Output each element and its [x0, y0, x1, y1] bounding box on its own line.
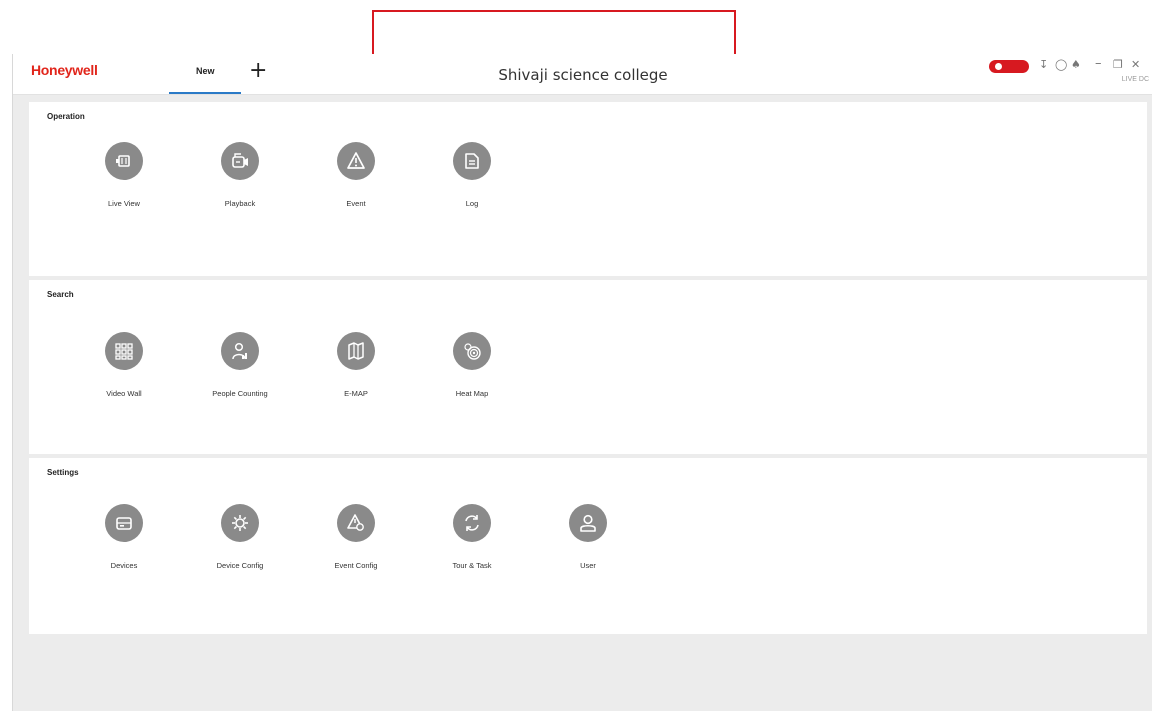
- devices-icon: [105, 504, 143, 542]
- tile-label: Playback: [224, 199, 256, 208]
- title-bar: Honeywell New + Shivaji science college …: [13, 54, 1152, 95]
- tile-label: Device Config: [216, 561, 264, 570]
- heat-map-icon: [453, 332, 491, 370]
- tile-label: Live View: [108, 199, 140, 208]
- tile-people-counting[interactable]: People Counting: [185, 332, 295, 432]
- playback-icon: [221, 142, 259, 180]
- tile-devices[interactable]: Devices: [69, 504, 179, 604]
- video-wall-icon: [105, 332, 143, 370]
- tile-emap[interactable]: E-MAP: [301, 332, 411, 432]
- tile-event-config[interactable]: Event Config: [301, 504, 411, 604]
- section-settings: Settings Devices Device Config Event Con…: [29, 458, 1147, 634]
- minimize-icon[interactable]: –: [1095, 56, 1102, 71]
- log-icon: [453, 142, 491, 180]
- user-icon[interactable]: ♠: [1071, 58, 1081, 71]
- tile-tour-task[interactable]: Tour & Task: [417, 504, 527, 604]
- tile-label: Log: [465, 199, 479, 208]
- tile-label: Heat Map: [455, 389, 489, 398]
- section-title: Search: [47, 290, 74, 299]
- section-search: Search Video Wall People Counting E-MAP …: [29, 280, 1147, 454]
- tile-label: Video Wall: [106, 389, 142, 398]
- device-config-icon: [221, 504, 259, 542]
- tile-playback[interactable]: Playback: [185, 142, 295, 242]
- section-title: Settings: [47, 468, 79, 477]
- live-view-icon: [105, 142, 143, 180]
- status-text: LIVE DC: [1121, 76, 1149, 83]
- tile-label: Tour & Task: [452, 561, 492, 570]
- section-operation: Operation Live View Playback Event Log: [29, 102, 1147, 276]
- settings-icon[interactable]: ◯: [1055, 58, 1067, 71]
- event-icon: [337, 142, 375, 180]
- app-window: Honeywell New + Shivaji science college …: [12, 54, 1152, 711]
- tile-label: People Counting: [212, 389, 268, 398]
- tile-event[interactable]: Event: [301, 142, 411, 242]
- tile-label: Event: [346, 199, 366, 208]
- titlebar-controls: ↧ ◯ ♠ – ❐ ✕ LIVE DC: [973, 56, 1152, 90]
- tile-log[interactable]: Log: [417, 142, 527, 242]
- tile-label: Devices: [110, 561, 138, 570]
- alarm-toggle-icon[interactable]: [989, 60, 1029, 73]
- tile-label: E-MAP: [344, 389, 368, 398]
- download-icon[interactable]: ↧: [1039, 58, 1048, 71]
- user-icon: [569, 504, 607, 542]
- tile-device-config[interactable]: Device Config: [185, 504, 295, 604]
- tile-video-wall[interactable]: Video Wall: [69, 332, 179, 432]
- tile-label: Event Config: [334, 561, 378, 570]
- tile-label: User: [580, 561, 596, 570]
- tile-user[interactable]: User: [533, 504, 643, 604]
- tile-heat-map[interactable]: Heat Map: [417, 332, 527, 432]
- section-title: Operation: [47, 112, 85, 121]
- people-counting-icon: [221, 332, 259, 370]
- event-config-icon: [337, 504, 375, 542]
- close-icon[interactable]: ✕: [1131, 58, 1140, 71]
- restore-icon[interactable]: ❐: [1113, 58, 1123, 71]
- tile-live-view[interactable]: Live View: [69, 142, 179, 242]
- emap-icon: [337, 332, 375, 370]
- tour-task-icon: [453, 504, 491, 542]
